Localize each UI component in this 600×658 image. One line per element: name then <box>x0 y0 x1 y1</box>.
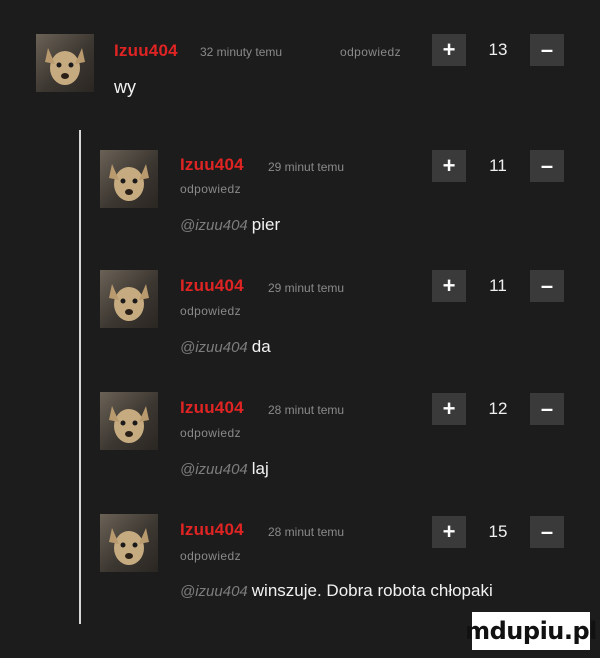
dog-avatar-icon[interactable] <box>100 150 158 208</box>
reply-link[interactable]: odpowiedz <box>340 45 401 59</box>
author-name[interactable]: Izuu404 <box>180 520 244 540</box>
plus-icon[interactable]: + <box>432 34 466 66</box>
comment-timestamp: 28 minut temu <box>268 403 345 417</box>
vote-widget: + 11 – <box>432 270 564 302</box>
comment-body: @izuu404 da <box>180 337 271 357</box>
comment-body: @izuu404 winszuje. Dobra robota chłopaki <box>180 581 493 601</box>
reply-link[interactable]: odpowiedz <box>180 182 241 196</box>
site-watermark: mdupiu.pl <box>465 612 597 650</box>
user-mention[interactable]: @izuu404 <box>180 217 248 234</box>
dog-avatar-icon[interactable] <box>100 392 158 450</box>
reply-link[interactable]: odpowiedz <box>180 426 241 440</box>
author-name[interactable]: Izuu404 <box>180 398 244 418</box>
comment-text: laj <box>251 459 269 478</box>
minus-icon[interactable]: – <box>530 270 564 302</box>
comment-text: wy <box>114 77 136 97</box>
user-mention[interactable]: @izuu404 <box>180 583 248 600</box>
minus-icon[interactable]: – <box>530 393 564 425</box>
minus-icon[interactable]: – <box>530 516 564 548</box>
comment-timestamp: 32 minuty temu <box>200 45 283 59</box>
vote-score: 11 <box>489 156 507 175</box>
author-name[interactable]: Izuu404 <box>180 276 244 296</box>
minus-icon[interactable]: – <box>530 34 564 66</box>
reply-link[interactable]: odpowiedz <box>180 549 241 563</box>
comment-text: pier <box>251 215 281 234</box>
vote-score: 11 <box>489 276 507 295</box>
comment-timestamp: 29 minut temu <box>268 281 345 295</box>
minus-icon[interactable]: – <box>530 150 564 182</box>
vote-widget: + 12 – <box>432 393 564 425</box>
dog-avatar-icon[interactable] <box>100 270 158 328</box>
reply-link[interactable]: odpowiedz <box>180 304 241 318</box>
comment-timestamp: 28 minut temu <box>268 525 345 539</box>
vote-score: 15 <box>488 522 508 541</box>
author-name[interactable]: Izuu404 <box>114 41 178 61</box>
plus-icon[interactable]: + <box>432 150 466 182</box>
reply-thread-line <box>79 130 81 624</box>
author-name[interactable]: Izuu404 <box>180 155 244 175</box>
plus-icon[interactable]: + <box>432 516 466 548</box>
vote-score: 12 <box>488 399 508 418</box>
plus-icon[interactable]: + <box>432 270 466 302</box>
dog-avatar-icon[interactable] <box>100 514 158 572</box>
comment-text: winszuje. Dobra robota chłopaki <box>251 581 493 600</box>
vote-widget: + 15 – <box>432 516 564 548</box>
user-mention[interactable]: @izuu404 <box>180 339 248 356</box>
comment-text: da <box>251 337 271 356</box>
plus-icon[interactable]: + <box>432 393 466 425</box>
vote-score: 13 <box>488 40 508 59</box>
vote-widget: + 11 – <box>432 150 564 182</box>
comment-body: @izuu404 laj <box>180 459 269 479</box>
comment-body: @izuu404 pier <box>180 215 280 235</box>
dog-avatar-icon[interactable] <box>36 34 94 92</box>
comment-timestamp: 29 minut temu <box>268 160 345 174</box>
user-mention[interactable]: @izuu404 <box>180 461 248 478</box>
vote-widget: + 13 – <box>432 34 564 66</box>
